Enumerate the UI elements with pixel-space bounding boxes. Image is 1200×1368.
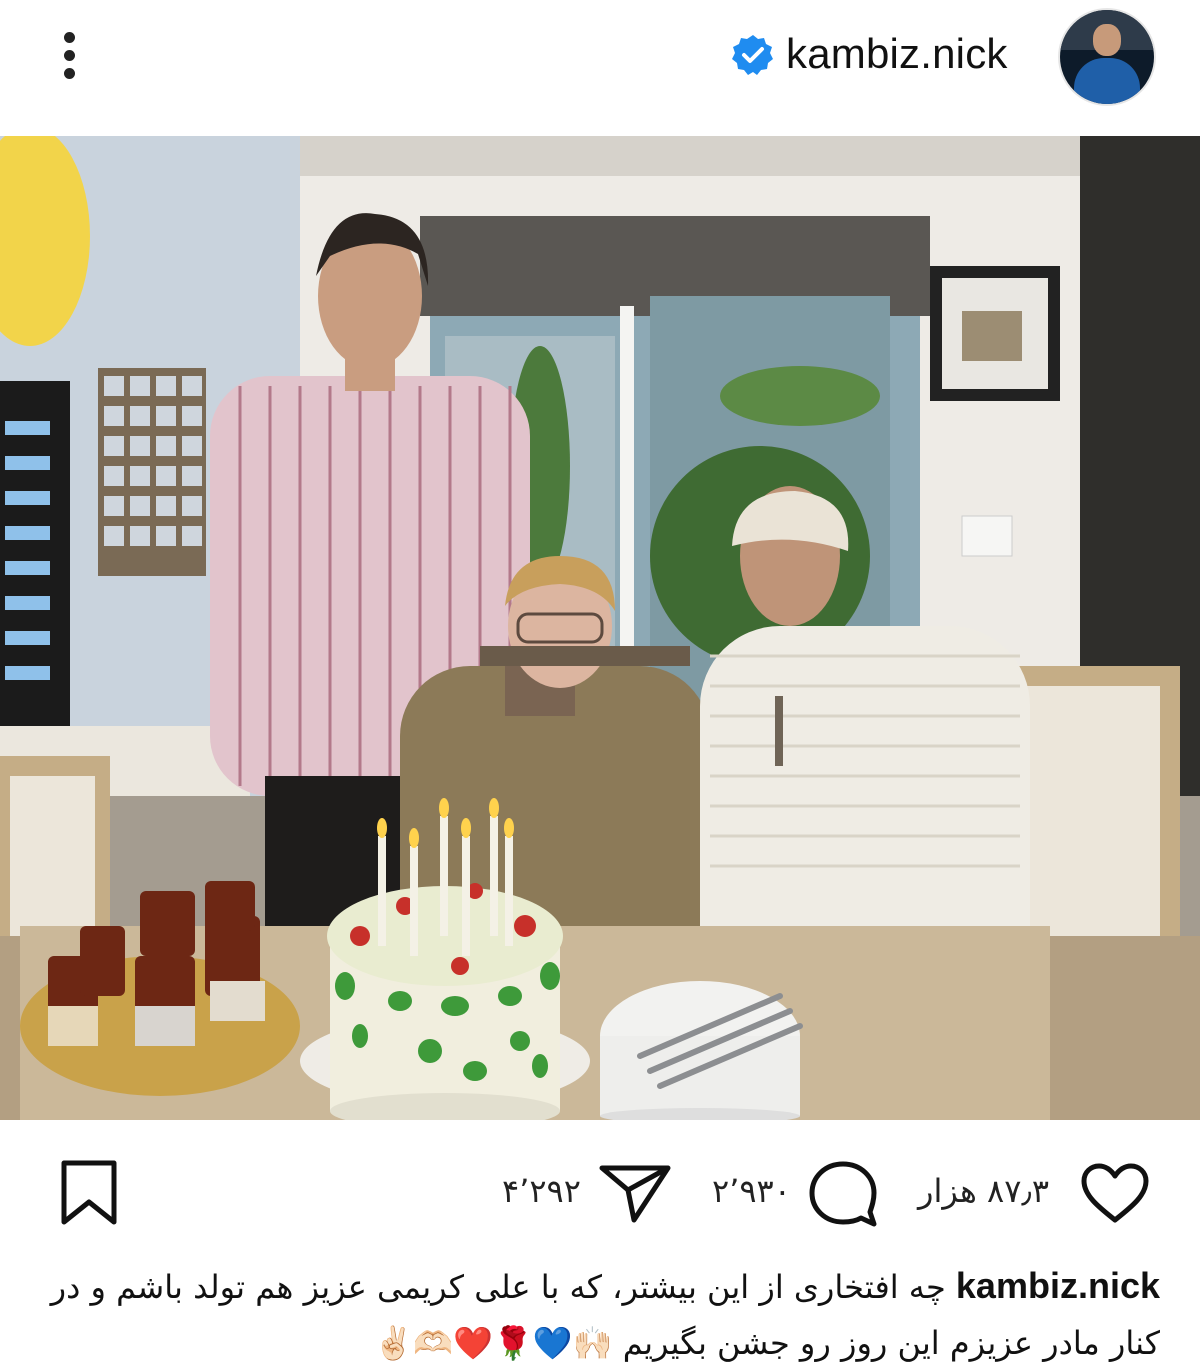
action-bar: ۸۷٫۳ هزار ۲٬۹۳۰ ۴٬۲۹۲: [0, 1120, 1200, 1260]
caption-username[interactable]: kambiz.nick: [956, 1265, 1160, 1306]
post-header: kambiz.nick: [0, 0, 1200, 136]
post-photo[interactable]: [0, 136, 1200, 1120]
photo-illustration: [0, 136, 1200, 1120]
heart-icon[interactable]: [1080, 1162, 1150, 1224]
header-username[interactable]: kambiz.nick: [786, 30, 1008, 78]
verified-badge-icon: [732, 35, 773, 75]
profile-avatar[interactable]: [1060, 10, 1154, 104]
caption-emojis: 🙌🏻💙🌹❤️🫶🏻✌🏻: [373, 1324, 613, 1362]
post-caption: kambiz.nick چه افتخاری از این بیشتر، که …: [40, 1258, 1160, 1368]
bookmark-icon[interactable]: [58, 1158, 120, 1228]
likes-count[interactable]: ۸۷٫۳ هزار: [918, 1172, 1049, 1210]
comment-icon[interactable]: [806, 1158, 880, 1228]
comments-count[interactable]: ۲٬۹۳۰: [712, 1172, 791, 1210]
shares-count[interactable]: ۴٬۲۹۲: [502, 1172, 581, 1210]
send-icon[interactable]: [598, 1162, 672, 1224]
more-options-icon[interactable]: [48, 28, 92, 84]
